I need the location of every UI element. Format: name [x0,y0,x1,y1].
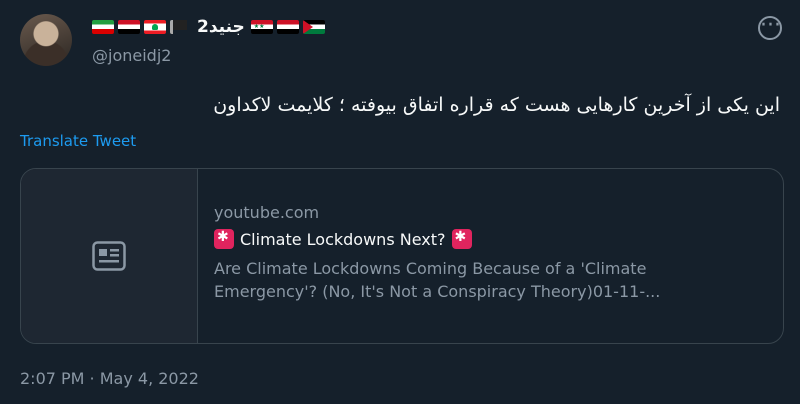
lebanon-flag-icon [144,20,166,34]
display-name[interactable]: جنید2 [197,17,245,37]
syria-flag-icon [250,20,273,34]
tweet-text: این یکی از آخرین کارهایی هست که قراره ات… [213,94,780,116]
card-domain: youtube.com [214,203,320,222]
siren-icon [214,229,234,249]
article-icon [92,241,126,271]
author-name-row[interactable]: جنید2 [92,14,325,40]
tweet-timestamp[interactable]: 2:07 PM · May 4, 2022 [20,369,199,388]
siren-icon [451,229,472,249]
card-title-text: Climate Lockdowns Next? [240,229,446,249]
link-preview-card[interactable]: youtube.com Climate Lockdowns Next? Are … [20,168,784,344]
translate-tweet-link[interactable]: Translate Tweet [20,132,136,150]
iran-flag-icon [92,20,114,34]
card-description-line: Are Climate Lockdowns Coming Because of … [214,259,647,278]
card-thumbnail [21,169,198,343]
card-description-line: Emergency'? (No, It's Not a Conspiracy T… [214,282,661,301]
black-flag-icon [170,20,191,34]
more-options-icon[interactable]: ··· [758,15,782,40]
author-handle[interactable]: @joneidj2 [92,46,171,65]
card-title: Climate Lockdowns Next? [214,229,771,249]
iraq-flag-icon [118,20,140,34]
card-description: Are Climate Lockdowns Coming Because of … [214,257,771,303]
avatar[interactable] [20,14,72,66]
yemen-flag-icon [276,20,299,34]
palestine-flag-icon [302,20,325,34]
